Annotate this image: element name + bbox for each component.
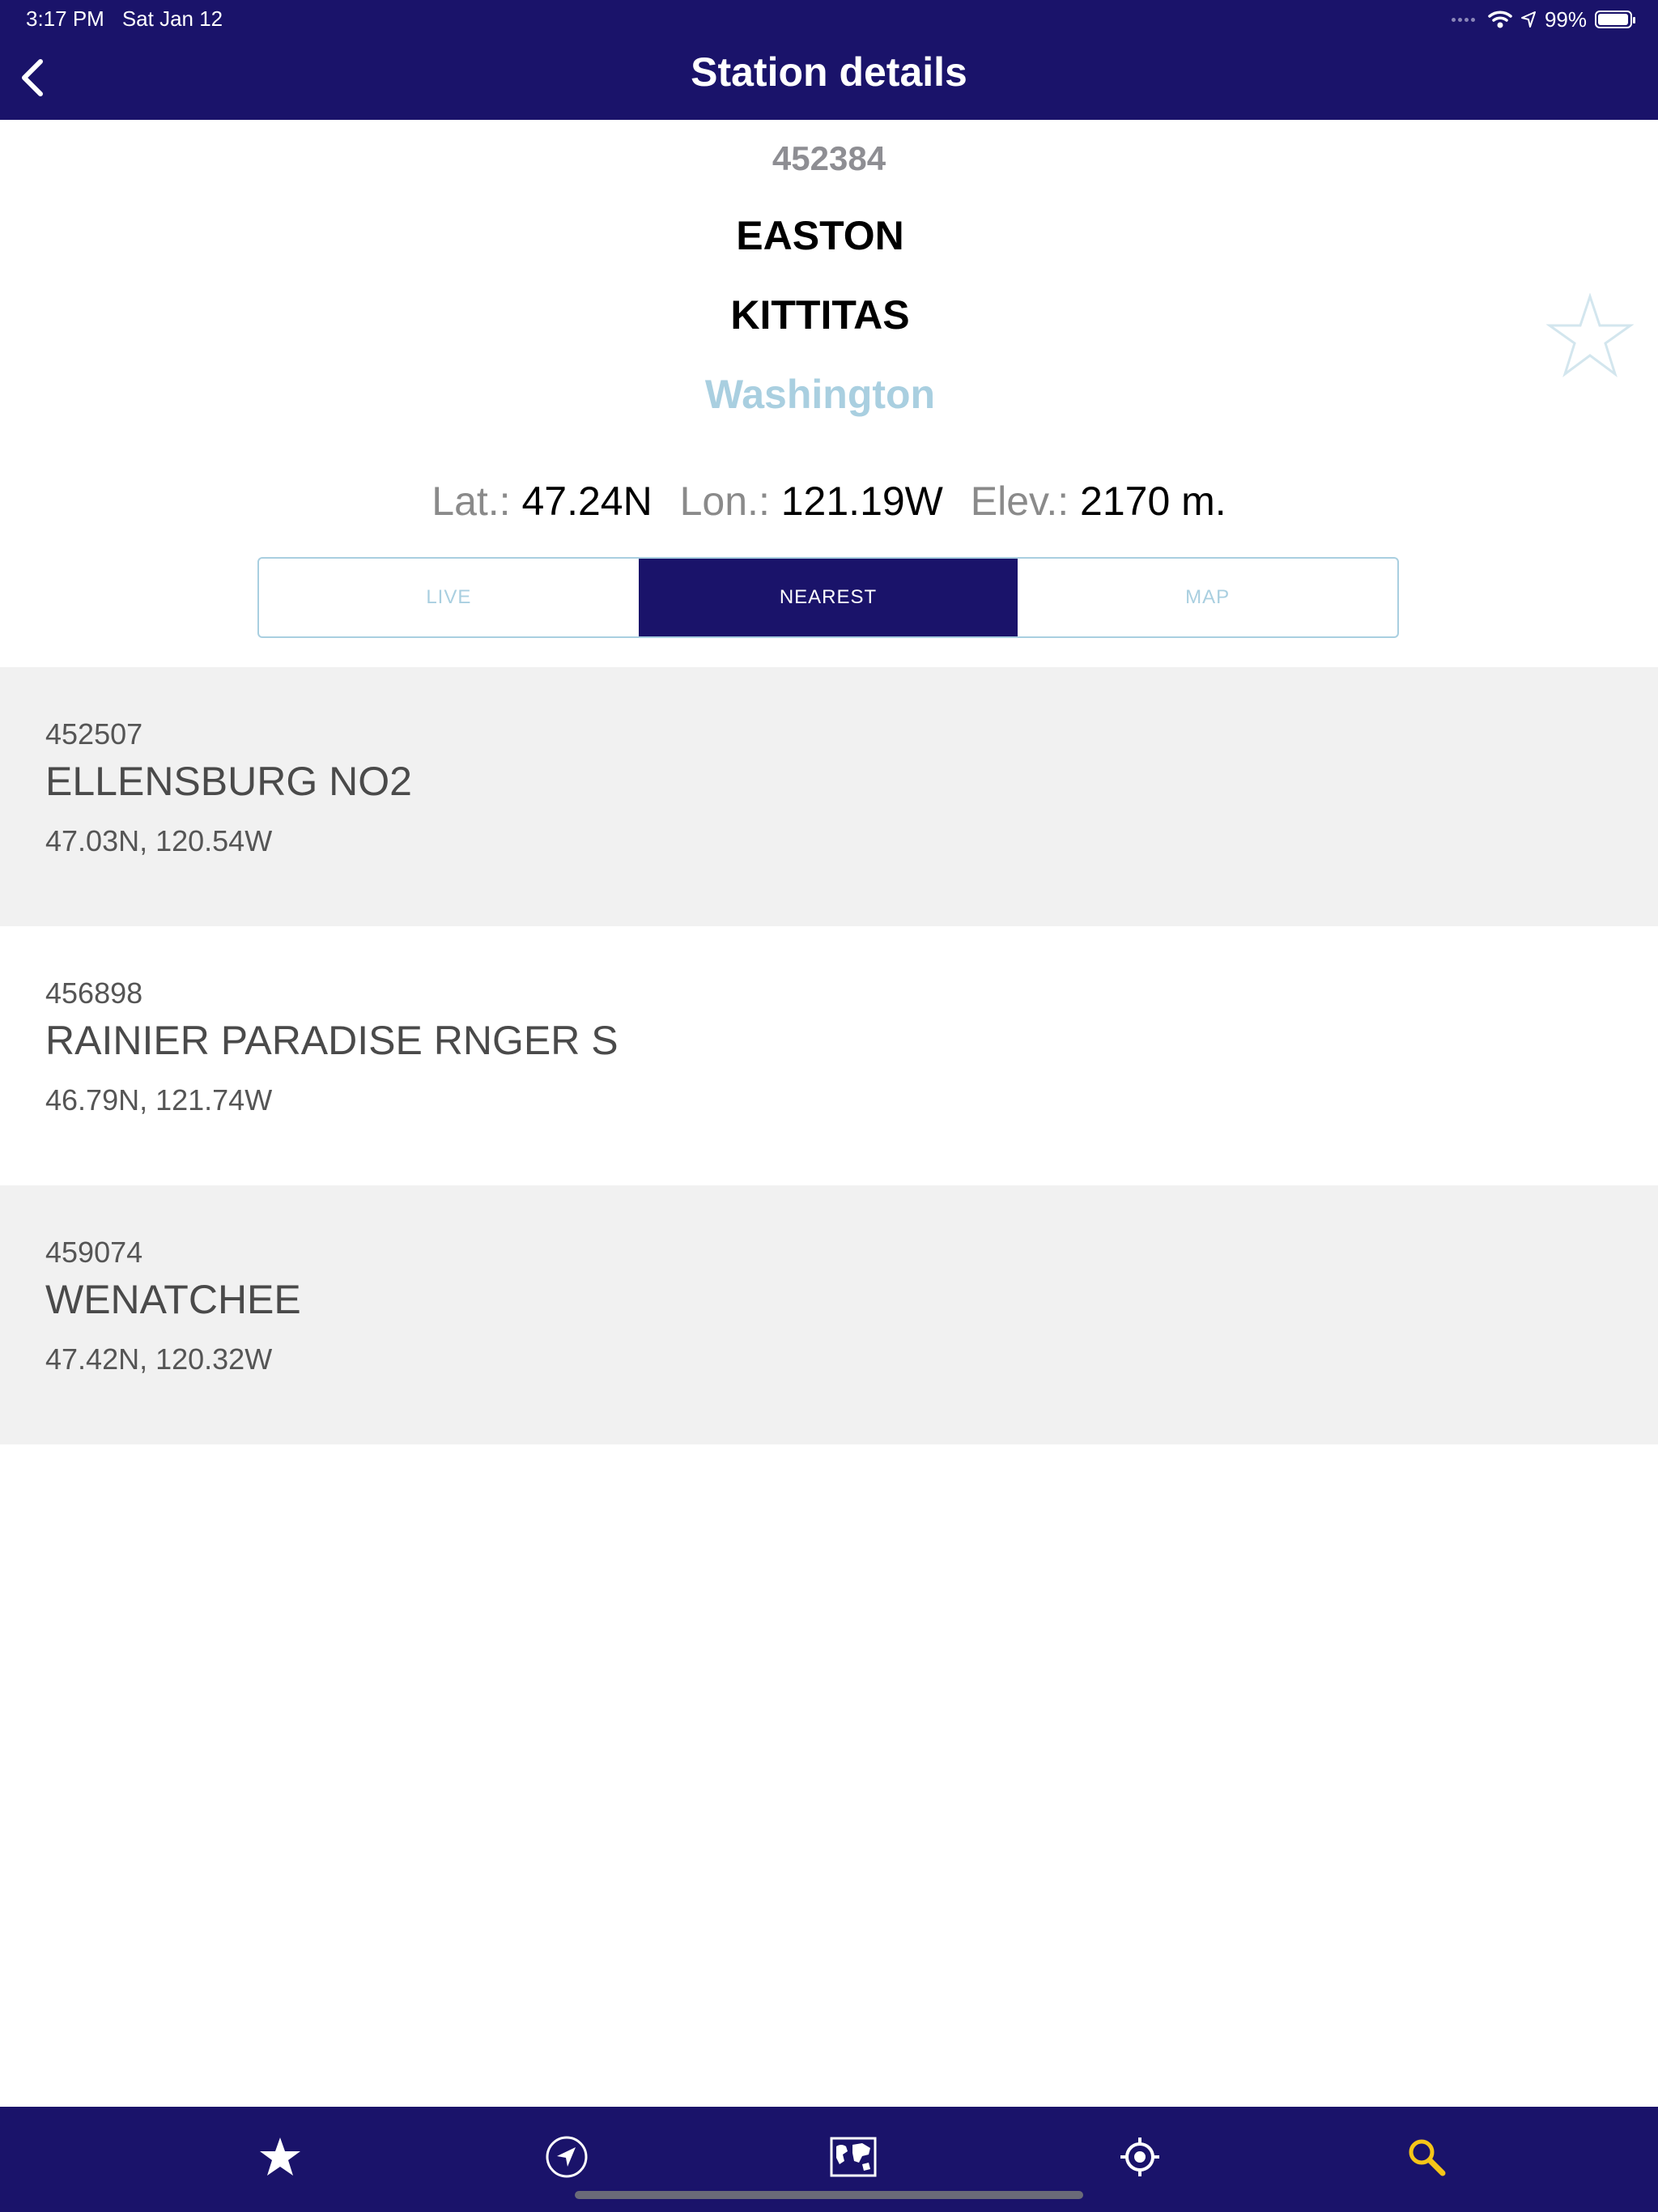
- page-title: Station details: [691, 49, 967, 95]
- search-icon: [1409, 2139, 1446, 2176]
- tab-nearest[interactable]: NEAREST: [638, 559, 1018, 636]
- cellular-signal-icon: [1451, 17, 1475, 22]
- tab-live[interactable]: LIVE: [259, 559, 639, 636]
- top-bar: 3:17 PM Sat Jan 12 99% Station details: [0, 0, 1658, 120]
- location-arrow-icon: [1520, 11, 1536, 28]
- station-county: KITTITAS: [730, 292, 910, 338]
- star-icon: [260, 2138, 300, 2176]
- list-item-name: ELLENSBURG NO2: [45, 759, 412, 804]
- status-indicators: 99%: [1451, 5, 1635, 34]
- status-time: 3:17 PM: [26, 6, 104, 31]
- elev-label: Elev.:: [970, 479, 1069, 524]
- status-time-date: 3:17 PM Sat Jan 12: [26, 6, 223, 32]
- battery-icon: [1595, 11, 1635, 28]
- list-item[interactable]: 456898 RAINIER PARADISE RNGER S 46.79N, …: [0, 926, 1658, 1185]
- tab-search[interactable]: [1401, 2131, 1452, 2183]
- tab-world-map[interactable]: [827, 2131, 879, 2183]
- lon-value: 121.19W: [780, 479, 943, 524]
- location-target-icon: [1120, 2138, 1159, 2176]
- list-item-coords: 47.42N, 120.32W: [45, 1342, 273, 1376]
- view-segmented-control: LIVE NEAREST MAP: [257, 557, 1399, 638]
- favorite-button[interactable]: [1545, 292, 1635, 377]
- navigation-arrow-icon: [546, 2136, 588, 2178]
- list-item-name: WENATCHEE: [45, 1277, 301, 1322]
- home-indicator: [575, 2191, 1083, 2199]
- battery-percent: 99%: [1544, 6, 1587, 32]
- tab-navigation[interactable]: [541, 2131, 593, 2183]
- nearest-stations-list: 452507 ELLENSBURG NO2 47.03N, 120.54W 45…: [0, 667, 1658, 1444]
- list-item-coords: 46.79N, 121.74W: [45, 1083, 273, 1117]
- list-item-coords: 47.03N, 120.54W: [45, 824, 273, 857]
- lat-label: Lat.:: [432, 479, 511, 524]
- tab-map[interactable]: MAP: [1018, 559, 1397, 636]
- station-state: Washington: [704, 372, 936, 417]
- station-id: 452384: [772, 139, 886, 177]
- lon-label: Lon.:: [679, 479, 770, 524]
- lat-value: 47.24N: [521, 479, 653, 524]
- list-item-name: RAINIER PARADISE RNGER S: [45, 1018, 619, 1063]
- status-date: Sat Jan 12: [121, 6, 223, 31]
- list-item-id: 459074: [45, 1236, 143, 1269]
- world-map-icon: [830, 2137, 877, 2177]
- tab-locate[interactable]: [1114, 2131, 1166, 2183]
- elev-value: 2170 m.: [1080, 479, 1226, 524]
- list-item[interactable]: 459074 WENATCHEE 47.42N, 120.32W: [0, 1185, 1658, 1444]
- list-item[interactable]: 452507 ELLENSBURG NO2 47.03N, 120.54W: [0, 667, 1658, 926]
- station-coordinates: Lat.: 47.24N Lon.: 121.19W Elev.: 2170 m…: [0, 478, 1658, 525]
- list-item-id: 452507: [45, 717, 143, 751]
- station-name: EASTON: [736, 213, 904, 258]
- tab-favorites[interactable]: [254, 2131, 306, 2183]
- star-outline-icon: [1545, 292, 1635, 377]
- list-item-id: 456898: [45, 976, 143, 1010]
- wifi-icon: [1488, 11, 1512, 28]
